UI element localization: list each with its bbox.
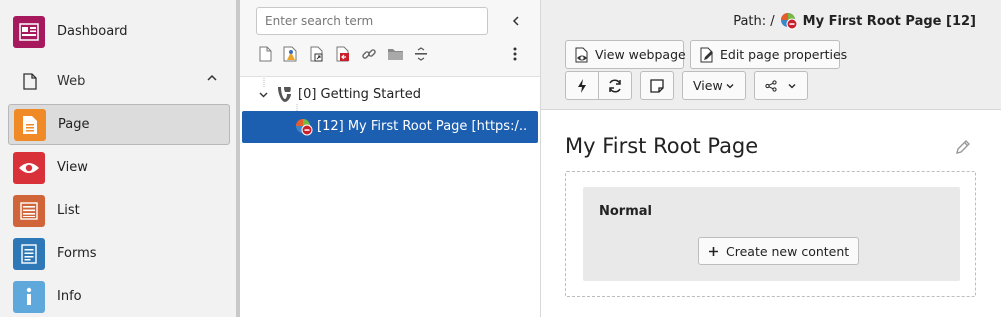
page-tree: [0] Getting Started [12] My First Root P… [240,0,541,317]
module-label: Forms [57,246,97,261]
module-label: Info [57,289,82,304]
plus-icon [708,246,719,257]
module-dashboard[interactable]: Dashboard [8,11,230,52]
root-page-icon [295,118,313,136]
add-note-button[interactable] [640,71,674,100]
module-group-web[interactable]: Web [8,66,230,96]
clear-cache-button[interactable] [565,71,599,100]
page-template-icon[interactable] [282,45,300,63]
tree-node-label: [0] Getting Started [298,87,422,102]
module-label: Dashboard [57,24,128,39]
view-webpage-label: View webpage [595,47,686,62]
share-icon [765,79,777,92]
create-new-content-label: Create new content [726,243,850,259]
view-dropdown[interactable]: View [682,71,746,100]
tree-toolbar [240,0,540,77]
edit-page-properties-button[interactable]: Edit page properties [690,40,847,69]
note-icon [650,78,664,93]
doc-header: Path: / My First Root Page [12] View web… [541,0,1001,110]
share-dropdown[interactable] [754,71,808,100]
refresh-icon [607,78,623,94]
new-page-icon[interactable] [256,45,274,63]
root-page-icon [780,12,798,30]
view-webpage-button[interactable]: View webpage [565,40,686,69]
page-mountpoint-icon[interactable] [334,45,352,63]
module-view[interactable]: View [8,147,230,188]
reload-button[interactable] [598,71,632,100]
lightning-icon [577,78,587,94]
edit-page-icon [699,47,715,63]
content-area: Path: / My First Root Page [12] View web… [541,0,1001,317]
more-vertical-icon[interactable] [506,45,524,63]
module-label: List [57,203,80,218]
page-icon [14,108,46,141]
tree-search-input[interactable] [256,7,488,35]
module-page[interactable]: Page [8,104,230,145]
edit-page-label: Edit page properties [720,47,848,62]
folder-icon[interactable] [386,45,404,63]
pencil-icon[interactable] [955,139,971,159]
column-title: Normal [599,204,652,219]
tree-node-selected[interactable]: [12] My First Root Page [https:/... [242,111,538,143]
typo3-icon [276,86,292,103]
chevron-up-icon[interactable] [206,72,218,88]
view-dropdown-label: View [693,78,723,93]
breadcrumb: Path: / My First Root Page [12] [733,12,976,30]
info-icon [13,280,45,313]
tree-node[interactable]: [0] Getting Started [240,79,540,111]
content-column: Normal Create new content [583,187,960,281]
collapse-tree-icon[interactable] [506,11,526,31]
module-info[interactable]: Info [8,276,230,317]
eye-icon [13,151,45,184]
create-new-content-button[interactable]: Create new content [698,237,860,265]
chevron-down-icon [787,81,797,91]
page-shortcut-icon[interactable] [308,45,326,63]
module-label: Page [58,117,90,132]
module-group-label: Web [57,73,86,89]
list-icon [13,194,45,227]
module-menu: Dashboard Web Page View List Forms Info [0,0,236,317]
module-label: View [57,160,88,175]
path-page-title[interactable]: My First Root Page [12] [803,14,976,29]
path-label: Path: / [733,13,775,29]
page-title: My First Root Page [565,134,759,158]
module-forms[interactable]: Forms [8,233,230,274]
chevron-down-icon[interactable] [258,89,269,100]
divider-icon[interactable] [412,45,430,63]
module-list[interactable]: List [8,190,230,231]
chevron-down-icon [725,81,735,91]
view-webpage-icon [574,47,590,63]
link-icon[interactable] [360,45,378,63]
tree-node-label: [12] My First Root Page [https:/... [317,119,527,134]
forms-icon [13,237,45,270]
dashboard-icon [13,15,45,48]
content-grid: Normal Create new content [565,171,976,297]
document-icon [23,72,37,90]
